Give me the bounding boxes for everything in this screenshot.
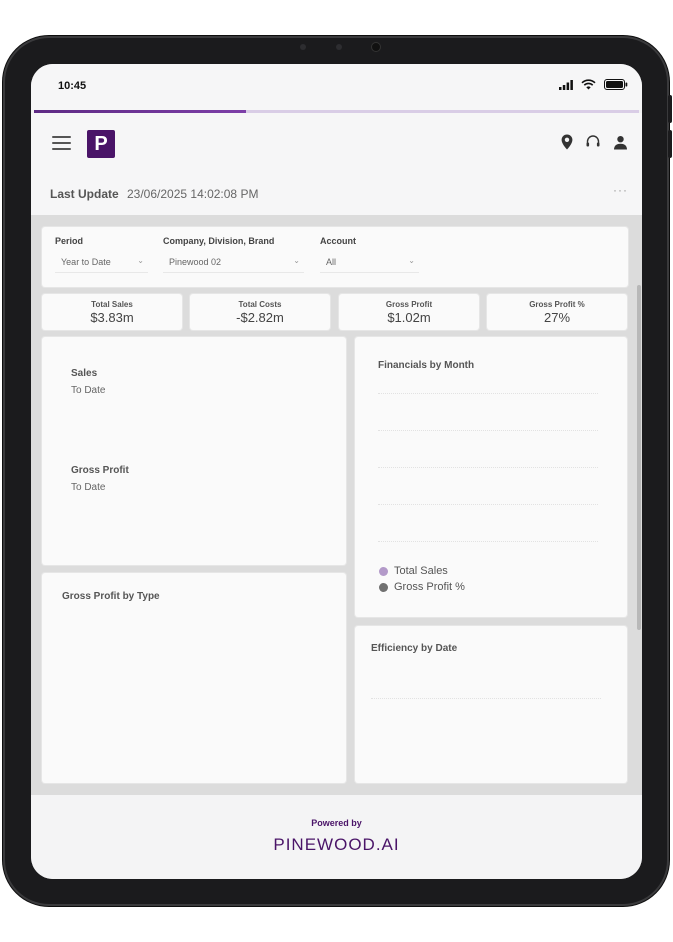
- pinewood-brand-logo: PINEWOOD.AI: [273, 835, 400, 854]
- chart-gridline: [378, 393, 598, 394]
- screen: 10:45 P Last Update 23/06/2025 14:02:08 …: [31, 64, 642, 879]
- content-scrollbar[interactable]: [637, 285, 641, 630]
- kpi-label: Total Sales: [91, 300, 133, 309]
- kpi-value: $1.02m: [387, 310, 431, 325]
- financials-title: Financials by Month: [378, 360, 475, 371]
- account-select-value: All: [326, 257, 337, 267]
- kpi-total-costs[interactable]: Total Costs -$2.82m: [190, 294, 330, 330]
- volume-down-button: [668, 130, 672, 158]
- chevron-down-icon: ⌄: [293, 256, 300, 265]
- sales-subtitle: To Date: [71, 385, 106, 396]
- chart-gridline: [378, 541, 598, 542]
- company-select-value: Pinewood 02: [169, 257, 222, 267]
- legend-label: Total Sales: [394, 565, 448, 577]
- last-update-value: 23/06/2025 14:02:08 PM: [127, 187, 259, 201]
- camera-bar: [285, 40, 395, 54]
- volume-up-button: [668, 95, 672, 123]
- kpi-label: Total Costs: [238, 300, 282, 309]
- sales-title: Sales: [71, 368, 98, 379]
- chart-gridline: [378, 430, 598, 431]
- legend-dot: [379, 582, 388, 592]
- gross-profit-by-type-card: Gross Profit by Type: [42, 573, 346, 783]
- period-select-value: Year to Date: [61, 257, 111, 267]
- account-filter-label: Account: [320, 236, 356, 246]
- efficiency-title: Efficiency by Date: [371, 643, 458, 654]
- header-actions: [561, 134, 628, 155]
- chart-gridline: [378, 504, 598, 505]
- financials-by-month-card: Financials by Month Total Sales Gross Pr…: [355, 337, 627, 617]
- legend-item-total-sales[interactable]: Total Sales: [379, 565, 448, 577]
- chevron-down-icon: ⌄: [137, 256, 144, 265]
- signal-icon: [559, 77, 573, 95]
- gross-profit-by-type-title: Gross Profit by Type: [62, 591, 160, 602]
- legend-dot: [379, 566, 388, 576]
- kpi-total-sales[interactable]: Total Sales $3.83m: [42, 294, 182, 330]
- menu-icon[interactable]: [52, 136, 71, 154]
- kpi-gross-profit[interactable]: Gross Profit $1.02m: [339, 294, 479, 330]
- sensor-dot: [300, 44, 306, 50]
- user-profile-icon[interactable]: [613, 135, 628, 155]
- headset-support-icon[interactable]: [585, 134, 601, 155]
- footer: Powered by PINEWOOD.AI: [31, 795, 642, 879]
- period-filter-label: Period: [55, 236, 84, 246]
- kpi-label: Gross Profit %: [529, 300, 585, 309]
- company-select[interactable]: Pinewood 02 ⌄: [163, 254, 304, 273]
- kpi-gross-profit-percent[interactable]: Gross Profit % 27%: [487, 294, 627, 330]
- last-update-label: Last Update: [50, 187, 119, 201]
- kpi-value: 27%: [543, 310, 571, 325]
- kpi-value: -$2.82m: [236, 310, 284, 325]
- battery-icon: [604, 77, 628, 95]
- status-time: 10:45: [58, 80, 87, 92]
- camera-lens: [372, 43, 380, 51]
- account-select[interactable]: All ⌄: [320, 254, 419, 273]
- filters-panel: Period Year to Date ⌄ Company, Division,…: [42, 227, 628, 287]
- app-header: P: [31, 113, 642, 173]
- efficiency-by-date-card: Efficiency by Date: [355, 626, 627, 783]
- legend-label: Gross Profit %: [394, 581, 465, 593]
- sensor-dot: [336, 44, 342, 50]
- period-select[interactable]: Year to Date ⌄: [55, 254, 148, 273]
- more-options-icon[interactable]: ···: [613, 183, 628, 197]
- kpi-value: $3.83m: [90, 310, 134, 325]
- gross-profit-subtitle: To Date: [71, 482, 106, 493]
- app-logo[interactable]: P: [87, 130, 115, 158]
- status-icons: [559, 77, 628, 95]
- legend-item-gross-profit-percent[interactable]: Gross Profit %: [379, 581, 465, 593]
- sales-to-date-card: Sales To Date Gross Profit To Date: [42, 337, 346, 565]
- location-pin-icon[interactable]: [561, 134, 573, 155]
- gross-profit-title: Gross Profit: [71, 465, 129, 476]
- powered-by-label: Powered by: [311, 818, 362, 828]
- chart-gridline: [371, 698, 601, 699]
- dashboard-content: Period Year to Date ⌄ Company, Division,…: [31, 215, 642, 795]
- status-bar: 10:45: [31, 64, 642, 110]
- company-filter-label: Company, Division, Brand: [163, 236, 275, 246]
- kpi-label: Gross Profit: [385, 300, 433, 309]
- chart-gridline: [378, 467, 598, 468]
- last-update-bar: Last Update 23/06/2025 14:02:08 PM ···: [31, 173, 642, 216]
- chevron-down-icon: ⌄: [408, 256, 415, 265]
- wifi-icon: [581, 77, 596, 95]
